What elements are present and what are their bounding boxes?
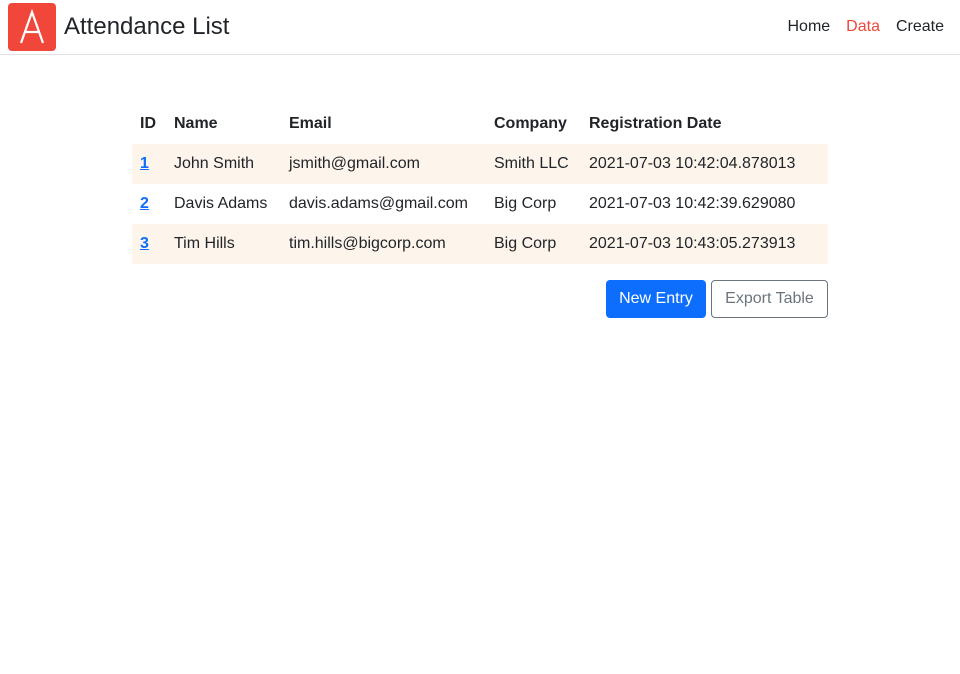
- column-header-company: Company: [494, 115, 567, 132]
- table-actions: New Entry Export Table: [606, 280, 828, 318]
- letter-a-logo-icon: [19, 8, 45, 44]
- nav-link-home[interactable]: Home: [787, 17, 830, 37]
- nav-link-create[interactable]: Create: [896, 17, 944, 37]
- column-header-email: Email: [289, 115, 332, 132]
- column-header-registration-date: Registration Date: [589, 115, 722, 132]
- new-entry-button[interactable]: New Entry: [606, 280, 706, 318]
- cell-id: 2: [132, 184, 166, 224]
- row-id-link[interactable]: 3: [140, 235, 149, 252]
- cell-email: davis.adams@gmail.com: [289, 195, 468, 212]
- attendance-table-container: ID Name Email Company Registration Date …: [132, 104, 828, 264]
- attendance-table: ID Name Email Company Registration Date …: [132, 104, 828, 264]
- table-row: 1 John Smith jsmith@gmail.com Smith LLC …: [132, 144, 828, 184]
- cell-name: Davis Adams: [174, 195, 268, 212]
- cell-name: John Smith: [174, 155, 255, 172]
- column-header-id: ID: [140, 115, 156, 132]
- cell-registration-date: 2021-07-03 10:42:04.878013: [589, 155, 796, 172]
- table-header: ID Name Email Company Registration Date: [132, 104, 828, 144]
- table-row: 2 Davis Adams davis.adams@gmail.com Big …: [132, 184, 828, 224]
- cell-id: 1: [132, 144, 166, 184]
- cell-registration-date: 2021-07-03 10:42:39.629080: [589, 195, 796, 212]
- cell-name: Tim Hills: [174, 235, 235, 252]
- row-id-link[interactable]: 1: [140, 155, 149, 172]
- cell-company: Smith LLC: [494, 155, 569, 172]
- navbar: Attendance List Home Data Create: [0, 0, 960, 55]
- row-id-link[interactable]: 2: [140, 195, 149, 212]
- cell-email: tim.hills@bigcorp.com: [289, 235, 446, 252]
- table-row: 3 Tim Hills tim.hills@bigcorp.com Big Co…: [132, 224, 828, 264]
- table-body: 1 John Smith jsmith@gmail.com Smith LLC …: [132, 144, 828, 264]
- column-header-name: Name: [174, 115, 218, 132]
- nav-link-data[interactable]: Data: [846, 17, 880, 37]
- table-header-row: ID Name Email Company Registration Date: [132, 104, 828, 144]
- cell-company: Big Corp: [494, 235, 557, 252]
- brand-logo[interactable]: [8, 3, 56, 51]
- app-title[interactable]: Attendance List: [64, 13, 229, 41]
- cell-registration-date: 2021-07-03 10:43:05.273913: [589, 235, 796, 252]
- nav-links: Home Data Create: [787, 17, 944, 37]
- export-table-button[interactable]: Export Table: [711, 280, 828, 318]
- cell-email: jsmith@gmail.com: [289, 155, 420, 172]
- cell-company: Big Corp: [494, 195, 557, 212]
- cell-id: 3: [132, 224, 166, 264]
